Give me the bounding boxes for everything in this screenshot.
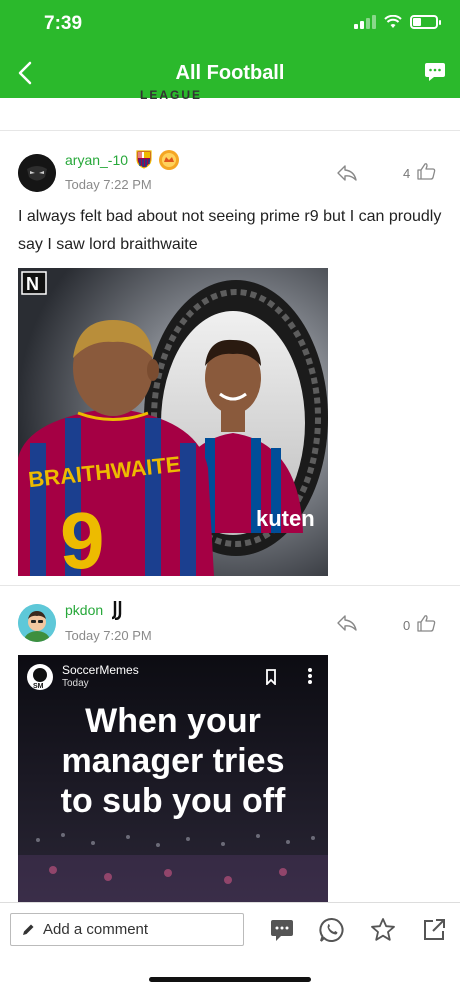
meme-account-name: SoccerMemes [62, 663, 139, 677]
app-header: 7:39 All Football [0, 0, 460, 98]
bookmark-icon [266, 669, 276, 685]
meme-caption: When your manager tries to sub you off [18, 701, 328, 821]
post-image[interactable]: SM SoccerMemes Today When your manager t… [18, 655, 328, 902]
image-watermark: N [26, 274, 39, 294]
club-crest-icon [111, 601, 122, 620]
meme-account-time: Today [62, 678, 89, 689]
comments-icon[interactable] [269, 917, 295, 943]
whatsapp-icon[interactable] [319, 917, 345, 943]
like-count: 0 [403, 618, 411, 633]
image-shirt-number: 9 [60, 496, 105, 576]
meme-caption-line: to sub you off [60, 782, 286, 820]
image-sponsor-text: kuten [256, 506, 315, 531]
username[interactable]: pkdon [65, 602, 103, 618]
post-time: Today 7:22 PM [65, 177, 152, 192]
post-image[interactable]: kuten BRAITHWAITE 9 N [18, 268, 328, 576]
pencil-icon [23, 924, 34, 935]
league-text-fragment: LEAGUE [140, 88, 203, 102]
more-vertical-icon [308, 668, 312, 684]
battery-icon [410, 15, 441, 29]
chat-bubble-icon[interactable] [424, 62, 446, 82]
meme-caption-line: manager tries [61, 742, 285, 780]
cellular-signal-icon [354, 15, 376, 29]
like-count: 4 [403, 166, 411, 181]
username[interactable]: aryan_-10 [65, 152, 128, 168]
post-text: I always felt bad about not seeing prime… [18, 208, 442, 253]
comment-input[interactable]: Add a comment [10, 913, 244, 946]
meme-caption-line: When your [85, 702, 261, 740]
avatar[interactable] [18, 604, 56, 642]
post-time: Today 7:20 PM [65, 628, 152, 643]
share-icon[interactable] [336, 164, 358, 182]
thumbs-up-icon[interactable] [416, 162, 436, 180]
wifi-icon [384, 15, 402, 28]
comment-placeholder: Add a comment [43, 921, 149, 938]
svg-text:SM: SM [33, 683, 44, 690]
external-share-icon[interactable] [421, 917, 447, 943]
home-indicator [149, 977, 311, 982]
page-title: All Football [175, 62, 285, 84]
divider [0, 585, 460, 586]
star-icon[interactable] [370, 917, 396, 943]
club-crest-icon [136, 150, 152, 169]
status-icons [354, 15, 441, 29]
share-icon[interactable] [336, 614, 358, 632]
divider [0, 130, 460, 131]
status-time: 7:39 [44, 13, 83, 34]
avatar[interactable] [18, 154, 56, 192]
rank-badge-icon [159, 150, 179, 170]
thumbs-up-icon[interactable] [416, 614, 436, 632]
